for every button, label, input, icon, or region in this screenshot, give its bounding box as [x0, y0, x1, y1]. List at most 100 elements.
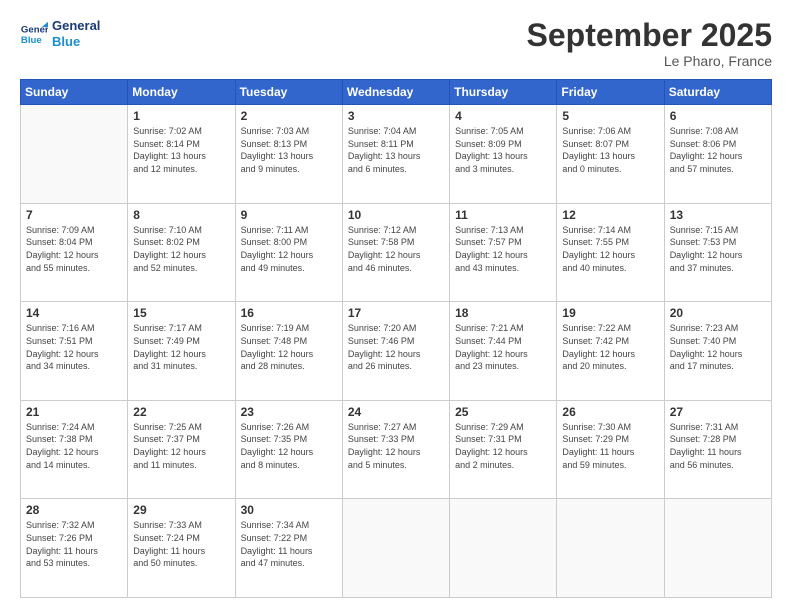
- calendar-cell: 13Sunrise: 7:15 AM Sunset: 7:53 PM Dayli…: [664, 203, 771, 302]
- calendar-cell: 5Sunrise: 7:06 AM Sunset: 8:07 PM Daylig…: [557, 105, 664, 204]
- calendar-cell: [342, 499, 449, 598]
- day-info: Sunrise: 7:04 AM Sunset: 8:11 PM Dayligh…: [348, 125, 444, 175]
- day-number: 11: [455, 208, 551, 222]
- logo-icon: General Blue: [20, 20, 48, 48]
- calendar-cell: 12 Sunrise: 7:14 AM Sunset: 7:55 PM Dayli…: [557, 203, 664, 302]
- day-number: 20: [670, 306, 766, 320]
- calendar-cell: 24 Sunrise: 7:27 AM Sunset: 7:33 PM Dayli…: [342, 400, 449, 499]
- calendar-cell: 1 Sunrise: 7:02 AM Sunset: 8:14 PM Daylig…: [128, 105, 235, 204]
- calendar-cell: [664, 499, 771, 598]
- month-title: September 2025: [527, 18, 772, 53]
- calendar-table: Sunday Monday Tuesday Wednesday Thursday…: [20, 79, 772, 598]
- day-number: 21: [26, 405, 122, 419]
- day-number: 10: [348, 208, 444, 222]
- day-info: Sunrise: 7:09 AM Sunset: 8:04 PM Dayligh…: [26, 224, 122, 274]
- day-number: 22: [133, 405, 229, 419]
- day-info: Sunrise: 7:19 AM Sunset: 7:48 PM Dayligh…: [241, 322, 337, 372]
- day-info: Sunrise: 7:05 AM Sunset: 8:09 PM Dayligh…: [455, 125, 551, 175]
- day-number: 9: [241, 208, 337, 222]
- day-number: 15: [133, 306, 229, 320]
- day-info: Sunrise: 7:33 AM Sunset: 7:24 PM Dayligh…: [133, 519, 229, 569]
- day-info: Sunrise: 7:02 AM Sunset: 8:14 PM Dayligh…: [133, 125, 229, 175]
- week-row-4: 21 Sunrise: 7:24 AM Sunset: 7:38 PM Dayli…: [21, 400, 772, 499]
- calendar-cell: 14 Sunrise: 7:16 AM Sunset: 7:51 PM Dayli…: [21, 302, 128, 401]
- day-info: Sunrise: 7:27 AM Sunset: 7:33 PM Dayligh…: [348, 421, 444, 471]
- week-row-3: 14 Sunrise: 7:16 AM Sunset: 7:51 PM Dayli…: [21, 302, 772, 401]
- day-info: Sunrise: 7:13 AM Sunset: 7:57 PM Dayligh…: [455, 224, 551, 274]
- header-thursday: Thursday: [450, 80, 557, 105]
- day-info: Sunrise: 7:22 AM Sunset: 7:42 PM Dayligh…: [562, 322, 658, 372]
- calendar-cell: 2 Sunrise: 7:03 AM Sunset: 8:13 PM Daylig…: [235, 105, 342, 204]
- header-tuesday: Tuesday: [235, 80, 342, 105]
- calendar-cell: 18 Sunrise: 7:21 AM Sunset: 7:44 PM Dayli…: [450, 302, 557, 401]
- calendar-cell: 16 Sunrise: 7:19 AM Sunset: 7:48 PM Dayli…: [235, 302, 342, 401]
- calendar-cell: 11 Sunrise: 7:13 AM Sunset: 7:57 PM Dayli…: [450, 203, 557, 302]
- calendar-cell: 4 Sunrise: 7:05 AM Sunset: 8:09 PM Daylig…: [450, 105, 557, 204]
- calendar-header-row: Sunday Monday Tuesday Wednesday Thursday…: [21, 80, 772, 105]
- calendar-cell: 28Sunrise: 7:32 AM Sunset: 7:26 PM Dayli…: [21, 499, 128, 598]
- day-number: 19: [562, 306, 658, 320]
- header-monday: Monday: [128, 80, 235, 105]
- day-number: 26: [562, 405, 658, 419]
- calendar-cell: [21, 105, 128, 204]
- location: Le Pharo, France: [527, 53, 772, 69]
- day-number: 7: [26, 208, 122, 222]
- week-row-1: 1 Sunrise: 7:02 AM Sunset: 8:14 PM Daylig…: [21, 105, 772, 204]
- day-number: 4: [455, 109, 551, 123]
- day-info: Sunrise: 7:20 AM Sunset: 7:46 PM Dayligh…: [348, 322, 444, 372]
- day-number: 18: [455, 306, 551, 320]
- day-number: 17: [348, 306, 444, 320]
- header-sunday: Sunday: [21, 80, 128, 105]
- logo-text: General Blue: [52, 18, 100, 49]
- calendar-cell: 7 Sunrise: 7:09 AM Sunset: 8:04 PM Daylig…: [21, 203, 128, 302]
- week-row-5: 28Sunrise: 7:32 AM Sunset: 7:26 PM Dayli…: [21, 499, 772, 598]
- day-number: 8: [133, 208, 229, 222]
- day-number: 29: [133, 503, 229, 517]
- day-info: Sunrise: 7:30 AM Sunset: 7:29 PM Dayligh…: [562, 421, 658, 471]
- day-number: 24: [348, 405, 444, 419]
- calendar-cell: 27Sunrise: 7:31 AM Sunset: 7:28 PM Dayli…: [664, 400, 771, 499]
- calendar-cell: 6 Sunrise: 7:08 AM Sunset: 8:06 PM Daylig…: [664, 105, 771, 204]
- day-info: Sunrise: 7:26 AM Sunset: 7:35 PM Dayligh…: [241, 421, 337, 471]
- calendar-cell: 17 Sunrise: 7:20 AM Sunset: 7:46 PM Dayli…: [342, 302, 449, 401]
- day-info: Sunrise: 7:03 AM Sunset: 8:13 PM Dayligh…: [241, 125, 337, 175]
- day-info: Sunrise: 7:08 AM Sunset: 8:06 PM Dayligh…: [670, 125, 766, 175]
- day-info: Sunrise: 7:24 AM Sunset: 7:38 PM Dayligh…: [26, 421, 122, 471]
- day-number: 30: [241, 503, 337, 517]
- calendar-cell: 3Sunrise: 7:04 AM Sunset: 8:11 PM Daylig…: [342, 105, 449, 204]
- day-number: 6: [670, 109, 766, 123]
- calendar-cell: 19 Sunrise: 7:22 AM Sunset: 7:42 PM Dayli…: [557, 302, 664, 401]
- day-number: 14: [26, 306, 122, 320]
- week-row-2: 7 Sunrise: 7:09 AM Sunset: 8:04 PM Daylig…: [21, 203, 772, 302]
- day-number: 1: [133, 109, 229, 123]
- header-wednesday: Wednesday: [342, 80, 449, 105]
- calendar-cell: 21 Sunrise: 7:24 AM Sunset: 7:38 PM Dayli…: [21, 400, 128, 499]
- calendar-cell: 15 Sunrise: 7:17 AM Sunset: 7:49 PM Dayli…: [128, 302, 235, 401]
- day-info: Sunrise: 7:14 AM Sunset: 7:55 PM Dayligh…: [562, 224, 658, 274]
- day-number: 12: [562, 208, 658, 222]
- day-info: Sunrise: 7:17 AM Sunset: 7:49 PM Dayligh…: [133, 322, 229, 372]
- day-info: Sunrise: 7:15 AM Sunset: 7:53 PM Dayligh…: [670, 224, 766, 274]
- day-info: Sunrise: 7:23 AM Sunset: 7:40 PM Dayligh…: [670, 322, 766, 372]
- day-info: Sunrise: 7:10 AM Sunset: 8:02 PM Dayligh…: [133, 224, 229, 274]
- day-number: 25: [455, 405, 551, 419]
- calendar-cell: [450, 499, 557, 598]
- day-info: Sunrise: 7:31 AM Sunset: 7:28 PM Dayligh…: [670, 421, 766, 471]
- day-number: 2: [241, 109, 337, 123]
- day-info: Sunrise: 7:29 AM Sunset: 7:31 PM Dayligh…: [455, 421, 551, 471]
- day-info: Sunrise: 7:11 AM Sunset: 8:00 PM Dayligh…: [241, 224, 337, 274]
- day-info: Sunrise: 7:06 AM Sunset: 8:07 PM Dayligh…: [562, 125, 658, 175]
- calendar-cell: 30 Sunrise: 7:34 AM Sunset: 7:22 PM Dayli…: [235, 499, 342, 598]
- day-info: Sunrise: 7:12 AM Sunset: 7:58 PM Dayligh…: [348, 224, 444, 274]
- calendar-cell: 29 Sunrise: 7:33 AM Sunset: 7:24 PM Dayli…: [128, 499, 235, 598]
- calendar-cell: 8 Sunrise: 7:10 AM Sunset: 8:02 PM Daylig…: [128, 203, 235, 302]
- day-info: Sunrise: 7:32 AM Sunset: 7:26 PM Dayligh…: [26, 519, 122, 569]
- day-info: Sunrise: 7:16 AM Sunset: 7:51 PM Dayligh…: [26, 322, 122, 372]
- logo-line1: General: [52, 18, 100, 34]
- title-block: September 2025 Le Pharo, France: [527, 18, 772, 69]
- calendar-cell: 9 Sunrise: 7:11 AM Sunset: 8:00 PM Daylig…: [235, 203, 342, 302]
- calendar-cell: 26 Sunrise: 7:30 AM Sunset: 7:29 PM Dayli…: [557, 400, 664, 499]
- day-info: Sunrise: 7:34 AM Sunset: 7:22 PM Dayligh…: [241, 519, 337, 569]
- day-number: 16: [241, 306, 337, 320]
- day-info: Sunrise: 7:21 AM Sunset: 7:44 PM Dayligh…: [455, 322, 551, 372]
